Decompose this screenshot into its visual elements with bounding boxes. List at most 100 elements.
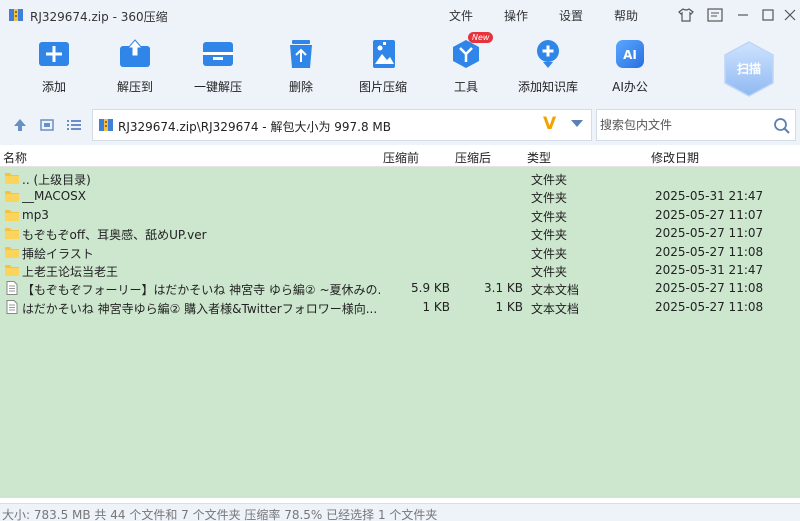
- file-type: 文件夹: [531, 173, 568, 187]
- v-logo-icon[interactable]: V: [543, 114, 556, 134]
- ai-office-label: AI办公: [612, 80, 648, 94]
- one-click-extract-icon: [203, 42, 233, 66]
- file-row[interactable]: 【もぞもぞフォーリー】はだかそいね 神宮寺 ゆら編② ~夏休みの... 5.9 K…: [0, 279, 800, 297]
- file-original-size: 1 KB: [495, 299, 523, 314]
- image-compress-icon: [373, 40, 395, 68]
- column-compressed[interactable]: 压缩前: [383, 149, 419, 166]
- menu-settings[interactable]: 设置: [559, 7, 583, 24]
- file-date: 2025-05-27 11:08: [655, 281, 764, 296]
- knowledge-base-button[interactable]: 添加知识库: [508, 38, 588, 98]
- window-title: RJ329674.zip - 360压缩: [30, 10, 168, 24]
- file-type: 文件夹: [531, 228, 568, 243]
- image-compress-button[interactable]: 图片压缩: [343, 38, 423, 98]
- feedback-icon[interactable]: [705, 5, 725, 25]
- file-row[interactable]: もぞもぞoff、耳奥感、舐めUP.ver 文件夹 2025-05-27 11:07: [0, 224, 800, 242]
- maximize-icon[interactable]: [758, 5, 778, 25]
- address-bar[interactable]: RJ329674.zip\RJ329674 - 解包大小为 997.8 MB V: [92, 109, 592, 141]
- menu-help[interactable]: 帮助: [614, 7, 638, 24]
- svg-text:AI: AI: [623, 48, 637, 62]
- file-type: 文本文档: [531, 283, 580, 298]
- file-original-size: 3.1 KB: [484, 281, 523, 296]
- extract-to-label: 解压到: [116, 80, 153, 94]
- thumbnail-view-icon[interactable]: [39, 117, 55, 133]
- one-click-extract-label: 一键解压: [193, 80, 242, 94]
- list-view-icon[interactable]: [66, 117, 82, 133]
- file-date: 2025-05-31 21:47: [655, 263, 764, 277]
- zip-app-icon: [9, 9, 23, 21]
- search-icon[interactable]: [773, 117, 791, 135]
- file-row[interactable]: はだかそいね 神宮寺ゆら編② 購入者様&Twitterフォロワー様向... 1 K…: [0, 298, 800, 316]
- file-name: .. (上级目录): [22, 173, 91, 187]
- column-name[interactable]: 名称: [3, 149, 27, 166]
- file-list: .. (上级目录) 文件夹 __MACOSX 文件夹 2025-05-31 21:47 m…: [0, 167, 800, 498]
- status-bar: 大小: 783.5 MB 共 44 个文件和 7 个文件夹 压缩率 78.5% …: [0, 503, 800, 521]
- column-date[interactable]: 修改日期: [651, 149, 699, 166]
- file-type: 文件夹: [531, 265, 568, 279]
- file-type: 文件夹: [531, 209, 568, 224]
- zip-file-icon: [99, 119, 113, 131]
- list-header: 名称 压缩前 压缩后 类型 修改日期: [0, 145, 800, 167]
- up-arrow-icon[interactable]: [12, 117, 28, 133]
- add-archive-icon: [39, 42, 69, 66]
- column-type[interactable]: 类型: [527, 149, 551, 166]
- chevron-down-icon[interactable]: [571, 120, 583, 127]
- column-original[interactable]: 压缩后: [455, 149, 491, 166]
- file-date: 2025-05-27 11:08: [655, 244, 764, 259]
- file-name: mp3: [22, 207, 49, 222]
- file-compressed-size: 5.9 KB: [411, 281, 450, 296]
- extract-to-icon: [120, 39, 150, 67]
- folder-icon: [4, 245, 20, 259]
- file-name: 挿絵イラスト: [22, 246, 94, 261]
- scan-button[interactable]: 扫描: [722, 40, 776, 98]
- file-name: 【もぞもぞフォーリー】はだかそいね 神宮寺 ゆら編② ~夏休みの...: [22, 283, 382, 298]
- scan-label: 扫描: [737, 61, 761, 76]
- toolbar: 添加 解压到 一键解压 删除 图片压缩 New 工具 添加知识库 AI AI办公…: [0, 30, 800, 105]
- menu-operation[interactable]: 操作: [504, 7, 528, 24]
- file-row[interactable]: __MACOSX 文件夹 2025-05-31 21:47: [0, 187, 800, 205]
- folder-icon: [4, 189, 20, 203]
- menu-file[interactable]: 文件: [449, 7, 473, 24]
- file-row[interactable]: 挿絵イラスト 文件夹 2025-05-27 11:08: [0, 243, 800, 261]
- file-name: はだかそいね 神宮寺ゆら編② 購入者様&Twitterフォロワー様向...: [22, 301, 378, 316]
- delete-label: 删除: [288, 80, 313, 94]
- delete-icon: [290, 40, 312, 68]
- file-date: 2025-05-27 11:08: [655, 299, 764, 314]
- file-date: 2025-05-27 11:07: [655, 207, 764, 222]
- file-name: もぞもぞoff、耳奥感、舐めUP.ver: [22, 228, 207, 243]
- one-click-extract-button[interactable]: 一键解压: [178, 38, 258, 98]
- file-row[interactable]: .. (上级目录) 文件夹: [0, 169, 800, 187]
- file-row[interactable]: mp3 文件夹 2025-05-27 11:07: [0, 206, 800, 224]
- folder-icon: [4, 263, 20, 277]
- tools-label: 工具: [453, 80, 478, 94]
- address-path: RJ329674.zip\RJ329674 - 解包大小为 997.8 MB: [118, 120, 392, 134]
- status-text: 大小: 783.5 MB 共 44 个文件和 7 个文件夹 压缩率 78.5% …: [2, 508, 438, 521]
- image-compress-label: 图片压缩: [358, 80, 407, 94]
- delete-button[interactable]: 删除: [261, 38, 341, 98]
- text-file-icon: [4, 299, 20, 314]
- address-row: RJ329674.zip\RJ329674 - 解包大小为 997.8 MB V: [0, 105, 800, 145]
- file-name: 上老王论坛当老王: [22, 265, 119, 279]
- text-file-icon: [4, 281, 20, 296]
- file-date: 2025-05-31 21:47: [655, 189, 764, 204]
- extract-to-button[interactable]: 解压到: [95, 38, 175, 98]
- knowledge-base-label: 添加知识库: [517, 80, 578, 94]
- minimize-icon[interactable]: [733, 5, 753, 25]
- ai-office-button[interactable]: AI AI办公: [590, 38, 670, 98]
- ai-office-icon: AI: [616, 40, 644, 68]
- add-button[interactable]: 添加: [14, 38, 94, 98]
- file-type: 文本文档: [531, 301, 580, 316]
- folder-icon: [4, 171, 20, 185]
- file-type: 文件夹: [531, 191, 568, 206]
- tools-button[interactable]: New 工具: [426, 32, 506, 98]
- file-compressed-size: 1 KB: [422, 299, 450, 314]
- skin-icon[interactable]: [676, 5, 696, 25]
- add-label: 添加: [41, 80, 66, 94]
- search-box[interactable]: [596, 109, 796, 141]
- file-row[interactable]: 上老王论坛当老王 文件夹 2025-05-31 21:47: [0, 261, 800, 279]
- new-badge: New: [468, 32, 494, 43]
- folder-icon: [4, 226, 20, 240]
- close-icon[interactable]: [780, 5, 800, 25]
- file-date: 2025-05-27 11:07: [655, 226, 764, 241]
- knowledge-base-icon: [537, 40, 559, 68]
- search-input[interactable]: [597, 110, 767, 140]
